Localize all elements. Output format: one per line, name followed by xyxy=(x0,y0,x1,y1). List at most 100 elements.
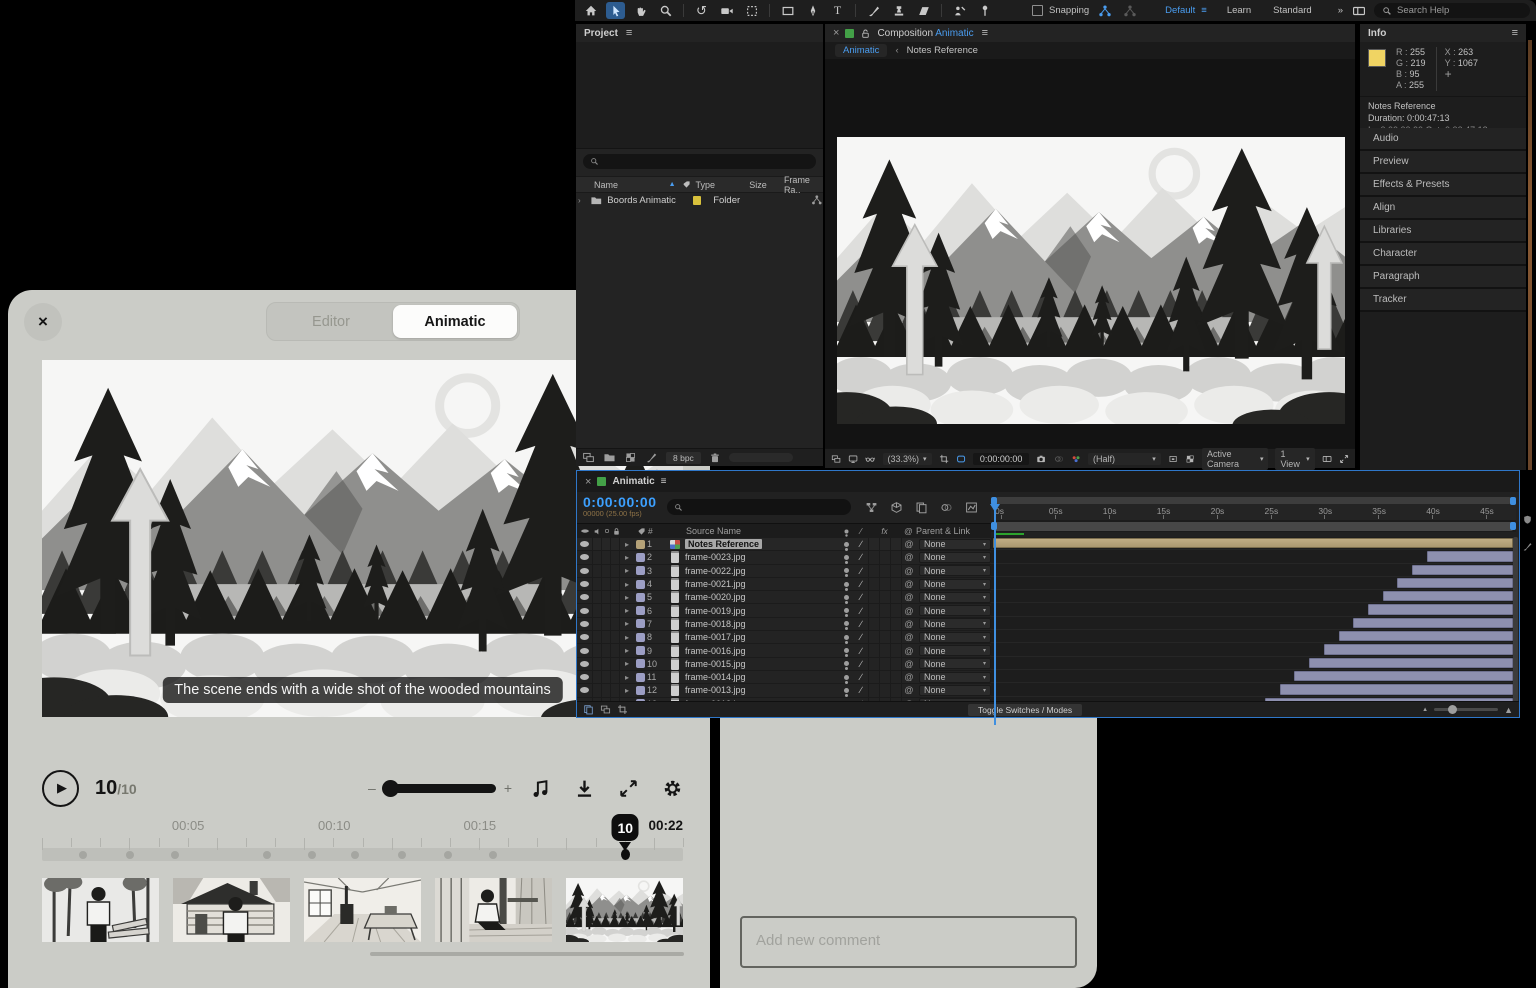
layer-blend-cell[interactable] xyxy=(879,618,890,630)
layer-motionblur-cell[interactable] xyxy=(890,604,901,616)
layer-parent-pickwhip-icon[interactable]: @ xyxy=(901,658,916,670)
panel-menu-icon[interactable]: ≡ xyxy=(982,27,988,39)
solo-column-icon[interactable] xyxy=(602,524,611,538)
layer-blend-cell[interactable] xyxy=(879,631,890,643)
volume-plus[interactable]: + xyxy=(504,780,512,796)
playhead-handle-icon[interactable] xyxy=(990,504,1000,512)
comp-marker-icon[interactable] xyxy=(1522,514,1533,525)
layer-label-color[interactable] xyxy=(634,671,647,683)
zoom-tool-icon[interactable] xyxy=(656,2,675,19)
timeline-v-scrollbar[interactable] xyxy=(1513,537,1518,707)
layer-quality-switch[interactable]: ∕ xyxy=(854,618,868,630)
magnification-dropdown[interactable]: (33.3%)▾ xyxy=(883,453,932,465)
workspace-menu-icon[interactable]: ≡ xyxy=(1201,5,1207,16)
draft-3d-icon[interactable] xyxy=(890,501,903,514)
layer-blend-cell[interactable] xyxy=(879,658,890,670)
layer-motionblur-cell[interactable] xyxy=(890,565,901,577)
workspace-overflow[interactable]: » xyxy=(1338,5,1343,16)
layer-shy-switch[interactable] xyxy=(838,644,854,656)
layer-audio-cell[interactable] xyxy=(593,631,602,643)
time-ruler[interactable]: 0s05s10s15s20s25s30s35s40s45s xyxy=(991,504,1516,521)
layer-bar[interactable] xyxy=(1324,644,1514,654)
toggle-switches-button[interactable]: Toggle Switches / Modes xyxy=(968,704,1082,716)
layer-expand-arrow[interactable]: ▸ xyxy=(620,658,634,670)
layer-quality-switch[interactable]: ∕ xyxy=(854,578,868,590)
new-composition-icon[interactable] xyxy=(624,451,637,464)
render-queue-icon[interactable] xyxy=(583,704,594,715)
composition-flowchart-icon[interactable] xyxy=(865,501,878,514)
layer-lock-cell[interactable] xyxy=(611,604,620,616)
layer-solo-cell[interactable] xyxy=(602,631,611,643)
layer-visibility-toggle[interactable] xyxy=(577,538,593,550)
layer-shy-switch[interactable] xyxy=(838,684,854,696)
layer-fx-cell[interactable] xyxy=(868,671,879,683)
frame-marker-dot[interactable] xyxy=(351,851,359,859)
layer-expand-arrow[interactable]: ▸ xyxy=(620,551,634,563)
layer-audio-cell[interactable] xyxy=(593,538,602,550)
project-item-label-color[interactable] xyxy=(693,196,702,205)
frame-marker-dot[interactable] xyxy=(489,851,497,859)
timeline-layer-row[interactable]: ▸ 10 frame-0015.jpg ∕ @ None▾ xyxy=(577,658,991,671)
snapping-checkbox[interactable] xyxy=(1032,5,1043,16)
layer-parent-dropdown[interactable]: None▾ xyxy=(919,618,991,629)
timeline-layer-row[interactable]: ▸ 7 frame-0018.jpg ∕ @ None▾ xyxy=(577,618,991,631)
layer-parent-dropdown[interactable]: None▾ xyxy=(919,565,991,576)
comment-input[interactable] xyxy=(740,916,1077,968)
layer-lock-cell[interactable] xyxy=(611,684,620,696)
layer-name[interactable]: frame-0023.jpg xyxy=(682,551,838,563)
layer-audio-cell[interactable] xyxy=(593,618,602,630)
expand-layers-icon[interactable] xyxy=(600,704,611,715)
timeline-search-input[interactable] xyxy=(667,499,851,515)
layer-name[interactable]: frame-0022.jpg xyxy=(682,565,838,577)
brush-tool-icon[interactable] xyxy=(864,2,883,19)
layer-bar[interactable] xyxy=(1309,658,1513,668)
layer-lock-cell[interactable] xyxy=(611,618,620,630)
layer-parent-pickwhip-icon[interactable]: @ xyxy=(901,578,916,590)
frame-blend-icon[interactable] xyxy=(940,501,953,514)
layer-bar-notes-reference[interactable] xyxy=(993,538,1513,548)
view-dropdown[interactable]: Active Camera▾ xyxy=(1202,448,1268,470)
puppet-pin-tool-icon[interactable] xyxy=(975,2,994,19)
layer-parent-dropdown[interactable]: None▾ xyxy=(919,658,991,669)
layer-shy-switch[interactable] xyxy=(838,671,854,683)
volume-minus[interactable]: – xyxy=(368,780,376,796)
layer-visibility-toggle[interactable] xyxy=(577,658,593,670)
layer-quality-switch[interactable]: ∕ xyxy=(854,565,868,577)
axis-mode-icon[interactable] xyxy=(1095,2,1114,19)
layer-fx-cell[interactable] xyxy=(868,684,879,696)
show-snapshot-icon[interactable] xyxy=(1054,453,1064,465)
volume-knob[interactable] xyxy=(382,780,399,797)
layer-shy-switch[interactable] xyxy=(838,658,854,670)
layer-name[interactable]: frame-0013.jpg xyxy=(682,684,838,696)
info-tab-label[interactable]: Info xyxy=(1368,28,1386,39)
edit-marker-icon[interactable] xyxy=(1522,541,1533,552)
graph-editor-icon[interactable] xyxy=(965,501,978,514)
layer-fx-cell[interactable] xyxy=(868,538,879,550)
layer-visibility-toggle[interactable] xyxy=(577,684,593,696)
layer-name[interactable]: frame-0016.jpg xyxy=(682,644,838,656)
breadcrumb-layer[interactable]: Notes Reference xyxy=(907,45,978,56)
layer-solo-cell[interactable] xyxy=(602,684,611,696)
shape-tool-icon[interactable] xyxy=(778,2,797,19)
thumbnail-scrollbar[interactable] xyxy=(370,952,684,956)
layer-fx-cell[interactable] xyxy=(868,565,879,577)
layer-shy-switch[interactable] xyxy=(838,631,854,643)
current-timecode[interactable]: 0:00:00:00 xyxy=(583,496,657,509)
video-column-icon[interactable] xyxy=(577,524,593,538)
home-icon[interactable] xyxy=(581,2,600,19)
layer-shy-switch[interactable] xyxy=(838,618,854,630)
tab-animatic[interactable]: Animatic xyxy=(393,305,517,338)
side-panel-paragraph[interactable]: Paragraph xyxy=(1360,266,1526,289)
side-panel-preview[interactable]: Preview xyxy=(1360,151,1526,174)
search-help-field[interactable]: Search Help xyxy=(1374,3,1530,18)
side-panel-character[interactable]: Character xyxy=(1360,243,1526,266)
timeline-h-scrollbar[interactable] xyxy=(995,497,1512,504)
layer-label-color[interactable] xyxy=(634,591,647,603)
settings-gear-icon[interactable] xyxy=(662,778,683,799)
layer-expand-arrow[interactable]: ▸ xyxy=(620,578,634,590)
layer-motionblur-cell[interactable] xyxy=(890,671,901,683)
layer-visibility-toggle[interactable] xyxy=(577,618,593,630)
layer-name[interactable]: frame-0019.jpg xyxy=(682,604,838,616)
layer-shy-switch[interactable] xyxy=(838,591,854,603)
layer-label-color[interactable] xyxy=(634,565,647,577)
